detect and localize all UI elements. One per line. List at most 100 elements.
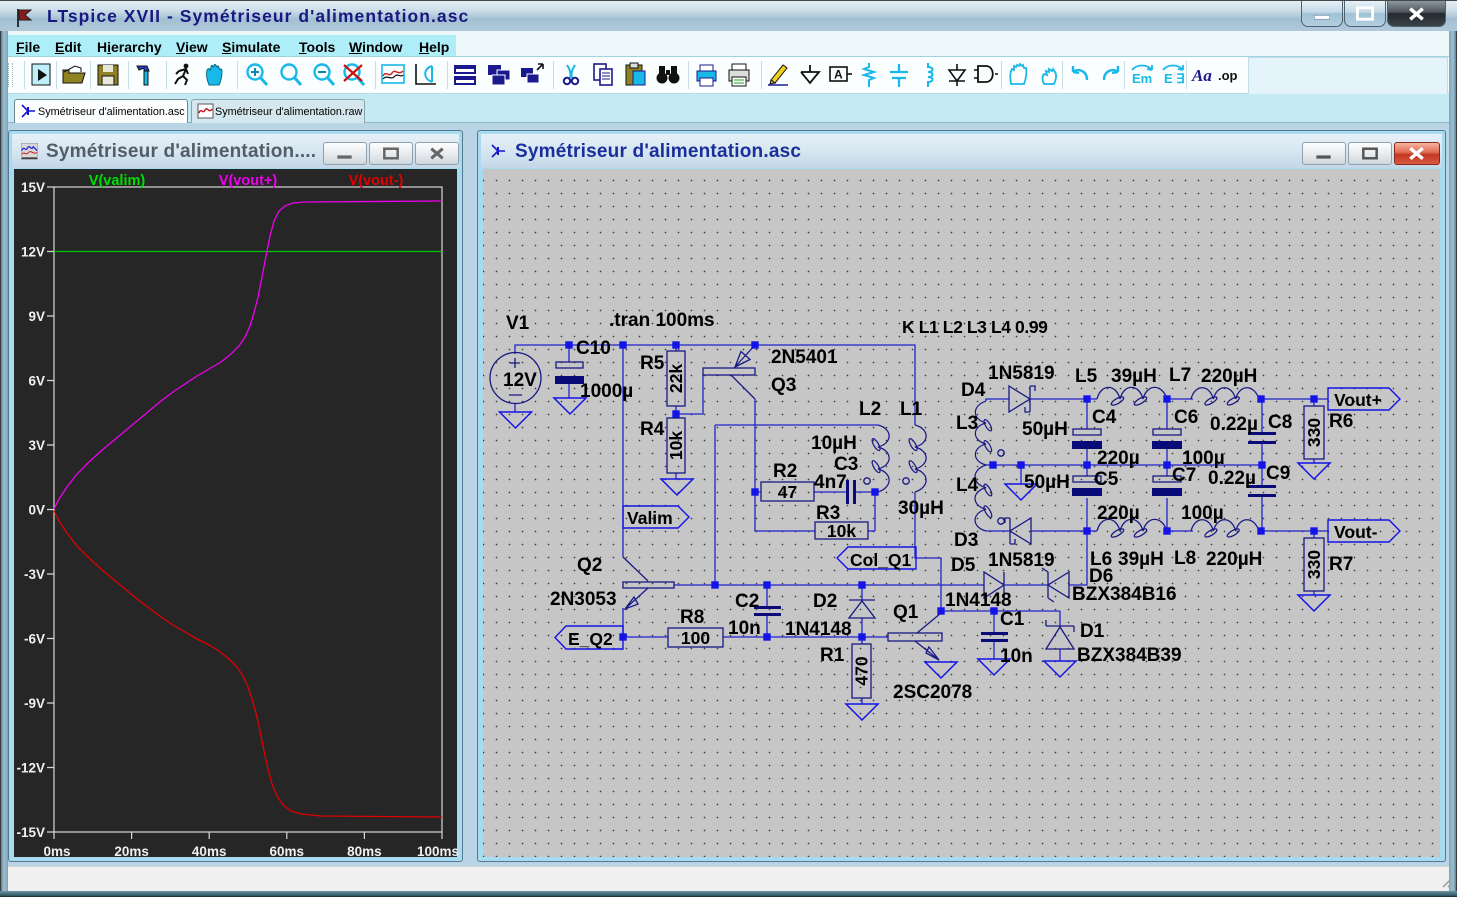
svg-text:C6: C6 <box>1174 407 1198 428</box>
svg-text:L7: L7 <box>1169 365 1191 386</box>
svg-text:15V: 15V <box>21 180 45 195</box>
svg-text:10k: 10k <box>827 521 856 541</box>
svg-text:D1: D1 <box>1080 621 1105 642</box>
svg-text:0V: 0V <box>28 503 45 518</box>
svg-text:C1: C1 <box>1000 609 1025 630</box>
svg-text:220µ: 220µ <box>1097 448 1140 469</box>
svg-text:2SC2078: 2SC2078 <box>893 682 972 703</box>
svg-text:-12V: -12V <box>16 761 45 776</box>
svg-text:L1: L1 <box>900 399 923 420</box>
svg-text:R2: R2 <box>773 461 797 482</box>
svg-text:Q2: Q2 <box>577 555 602 576</box>
svg-text:E_Q2: E_Q2 <box>568 629 613 649</box>
svg-text:470: 470 <box>852 656 872 685</box>
svg-text:100ms: 100ms <box>417 844 459 859</box>
svg-text:Q3: Q3 <box>771 375 796 396</box>
svg-text:1000µ: 1000µ <box>580 381 633 402</box>
svg-text:C4: C4 <box>1092 407 1117 428</box>
svg-text:V(vout+): V(vout+) <box>219 173 278 189</box>
svg-text:10µH: 10µH <box>811 433 857 454</box>
svg-text:40ms: 40ms <box>192 844 227 859</box>
svg-text:D5: D5 <box>951 555 976 576</box>
svg-text:R5: R5 <box>640 353 665 374</box>
svg-text:80ms: 80ms <box>347 844 382 859</box>
svg-text:R6: R6 <box>1329 411 1353 432</box>
svg-text:E ∃: E ∃ <box>1164 71 1185 86</box>
svg-text:Aa: Aa <box>1191 66 1212 85</box>
svg-text:C10: C10 <box>576 338 611 359</box>
svg-text:12V: 12V <box>503 370 537 391</box>
svg-text:Vout+: Vout+ <box>1334 390 1382 410</box>
svg-text:100µ: 100µ <box>1181 503 1224 524</box>
svg-text:R7: R7 <box>1329 554 1353 575</box>
svg-text:60ms: 60ms <box>270 844 305 859</box>
svg-text:.op: .op <box>1218 68 1238 83</box>
svg-text:K L1 L2 L3 L4 0.99: K L1 L2 L3 L4 0.99 <box>902 317 1048 337</box>
svg-text:330: 330 <box>1304 550 1324 579</box>
svg-text:C2: C2 <box>735 591 759 612</box>
svg-text:39µH: 39µH <box>1118 549 1164 570</box>
svg-text:-9V: -9V <box>24 696 45 711</box>
svg-text:220µ: 220µ <box>1097 503 1140 524</box>
svg-text:220µH: 220µH <box>1201 366 1257 387</box>
svg-text:1N5819: 1N5819 <box>988 550 1055 571</box>
svg-text:C5: C5 <box>1094 469 1119 490</box>
svg-text:0ms: 0ms <box>43 844 70 859</box>
svg-text:10k: 10k <box>666 431 686 460</box>
svg-text:39µH: 39µH <box>1111 366 1157 387</box>
svg-text:10n: 10n <box>728 618 761 639</box>
svg-text:1N4148: 1N4148 <box>945 590 1012 611</box>
svg-text:50µH: 50µH <box>1022 419 1068 440</box>
svg-text:Em: Em <box>1132 71 1152 86</box>
svg-text:BZX384B39: BZX384B39 <box>1077 645 1182 666</box>
svg-text:D2: D2 <box>813 591 837 612</box>
svg-text:L4: L4 <box>956 475 979 496</box>
svg-text:L5: L5 <box>1075 366 1098 387</box>
svg-text:Valim: Valim <box>627 508 673 528</box>
svg-text:Vout-: Vout- <box>1334 522 1378 542</box>
svg-text:V(vout-): V(vout-) <box>349 173 404 189</box>
svg-text:V1: V1 <box>506 313 530 334</box>
svg-text:-6V: -6V <box>24 632 45 647</box>
svg-text:2N3053: 2N3053 <box>550 589 617 610</box>
svg-text:V(valim): V(valim) <box>89 173 146 189</box>
svg-text:-3V: -3V <box>24 567 45 582</box>
svg-text:3V: 3V <box>28 438 45 453</box>
svg-text:R8: R8 <box>680 607 704 628</box>
svg-text:330: 330 <box>1304 418 1324 447</box>
svg-text:0.22µ: 0.22µ <box>1208 468 1256 489</box>
svg-text:-15V: -15V <box>16 825 45 840</box>
svg-text:100: 100 <box>681 628 710 648</box>
svg-text:Q1: Q1 <box>893 602 919 623</box>
svg-text:0.22µ: 0.22µ <box>1210 414 1258 435</box>
svg-text:12V: 12V <box>21 245 45 260</box>
svg-text:R4: R4 <box>640 419 665 440</box>
svg-text:L6: L6 <box>1090 549 1112 570</box>
svg-text:.tran 100ms: .tran 100ms <box>609 310 715 331</box>
svg-text:6V: 6V <box>28 374 45 389</box>
svg-text:L3: L3 <box>956 413 978 434</box>
svg-text:30µH: 30µH <box>898 498 944 519</box>
svg-text:1N5819: 1N5819 <box>988 363 1055 384</box>
svg-text:C8: C8 <box>1268 412 1292 433</box>
svg-text:C9: C9 <box>1266 463 1290 484</box>
svg-text:D4: D4 <box>961 380 986 401</box>
svg-text:20ms: 20ms <box>114 844 149 859</box>
svg-text:9V: 9V <box>28 309 45 324</box>
svg-text:C7: C7 <box>1172 465 1196 486</box>
svg-text:L8: L8 <box>1174 548 1196 569</box>
svg-text:10n: 10n <box>1000 646 1033 667</box>
svg-text:220µH: 220µH <box>1206 549 1262 570</box>
svg-text:A: A <box>834 68 843 82</box>
svg-text:47: 47 <box>778 482 797 502</box>
svg-text:BZX384B16: BZX384B16 <box>1072 584 1177 605</box>
svg-text:4n7: 4n7 <box>814 472 847 493</box>
svg-text:1N4148: 1N4148 <box>785 619 852 640</box>
svg-text:R1: R1 <box>820 645 845 666</box>
svg-text:D3: D3 <box>954 530 978 551</box>
svg-text:50µH: 50µH <box>1024 472 1070 493</box>
svg-text:Col_Q1: Col_Q1 <box>850 550 912 570</box>
svg-text:22k: 22k <box>666 364 686 393</box>
svg-text:L2: L2 <box>859 399 881 420</box>
svg-text:2N5401: 2N5401 <box>771 347 838 368</box>
